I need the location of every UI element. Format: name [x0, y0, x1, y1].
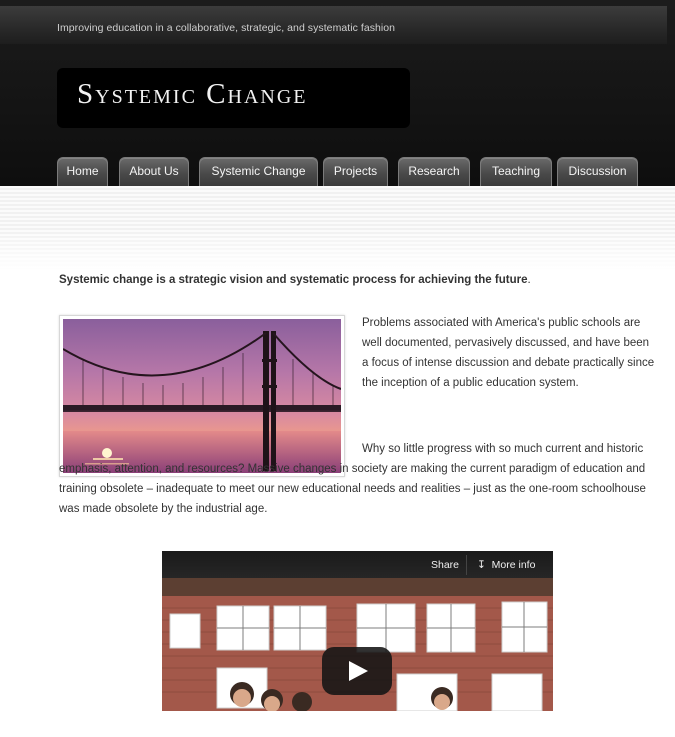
top-bar: Improving education in a collaborative, …	[0, 6, 667, 44]
site-tagline: Improving education in a collaborative, …	[57, 22, 396, 34]
video-toolbar-divider	[466, 555, 467, 575]
intro-heading: Systemic change is a strategic vision an…	[59, 274, 531, 286]
nav-tab-projects[interactable]: Projects	[323, 157, 388, 186]
video-play-button[interactable]	[322, 647, 392, 695]
nav-tab-home[interactable]: Home	[57, 157, 108, 186]
site-header: Improving education in a collaborative, …	[0, 0, 675, 186]
nav-tab-about-us[interactable]: About Us	[119, 157, 189, 186]
paragraph-progress: Why so little progress with so much curr…	[59, 439, 659, 519]
nav-tab-teaching[interactable]: Teaching	[480, 157, 552, 186]
intro-period: .	[527, 274, 531, 286]
site-logo[interactable]: Systemic Change	[57, 68, 410, 128]
nav-tab-systemic-change[interactable]: Systemic Change	[199, 157, 318, 186]
paragraph-problems: Problems associated with America's publi…	[362, 317, 655, 389]
nav-tab-research[interactable]: Research	[398, 157, 470, 186]
paragraph-progress-text: Why so little progress with so much curr…	[59, 443, 646, 515]
video-top-bar: Share ↧ More info	[162, 551, 553, 578]
nav-tab-discussion[interactable]: Discussion	[557, 157, 638, 186]
double-chevron-down-icon: ↧	[477, 559, 486, 571]
intro-bold-text: Systemic change is a strategic vision an…	[59, 274, 528, 286]
more-info-label: More info	[491, 559, 536, 571]
embedded-video[interactable]: Share ↧ More info	[162, 551, 553, 711]
decorative-stripe-band	[0, 186, 675, 270]
video-more-info-button[interactable]: ↧ More info	[477, 559, 535, 571]
logo-text: Systemic Change	[77, 78, 308, 110]
video-share-button[interactable]: Share	[431, 559, 459, 571]
